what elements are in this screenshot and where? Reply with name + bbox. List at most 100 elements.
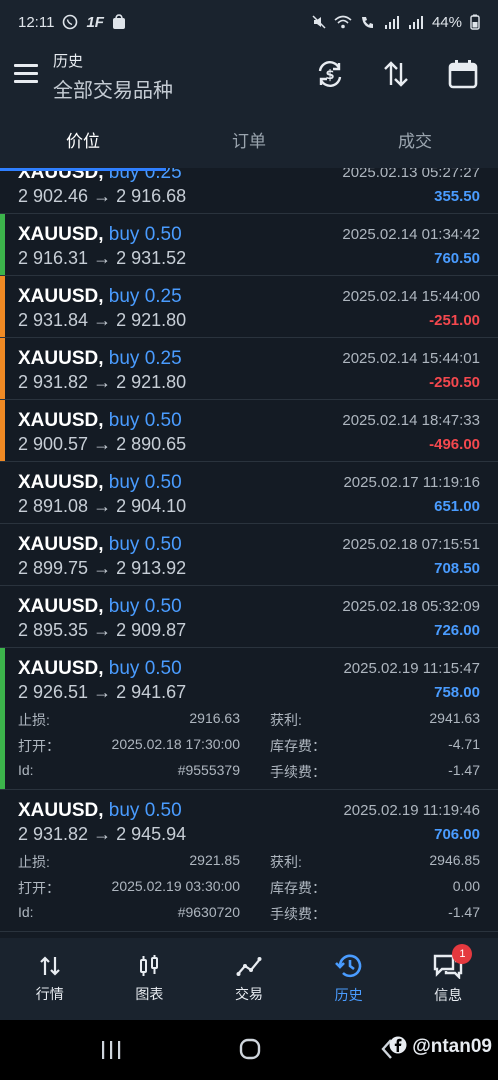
trade-symbol-name: XAUUSD, xyxy=(18,800,104,821)
recent-apps-button[interactable] xyxy=(100,1040,122,1065)
trade-direction: buy 0.50 xyxy=(108,800,182,821)
page-title: 历史 xyxy=(53,53,84,70)
trade-symbol-name: XAUUSD, xyxy=(18,658,104,679)
tab-deals[interactable]: 成交 xyxy=(332,110,498,168)
order-id-label: Id: xyxy=(18,762,34,778)
swap-value: 0.00 xyxy=(452,878,480,894)
trade-direction: buy 0.50 xyxy=(108,658,182,679)
commission-label: 手续费： xyxy=(270,906,326,922)
trade-prices: 2 891.08 → 2 904.10 xyxy=(18,496,187,516)
trade-prices: 2 931.82 → 2 945.94 xyxy=(18,824,187,844)
currency-switch-icon: $ xyxy=(318,61,342,87)
trade-history-list[interactable]: XAUUSD, buy 0.25 2 902.46 → 2 916.68 2025.… xyxy=(0,168,498,938)
swap-value: -4.71 xyxy=(448,736,480,752)
calendar-button[interactable] xyxy=(443,54,483,94)
trade-symbol: XAUUSD, buy 0.25 xyxy=(18,286,182,308)
trade-profit: -496.00 xyxy=(429,436,480,453)
nav-messages[interactable]: 信息 1 xyxy=(398,938,498,1020)
trade-details: 止损: 2921.85 获利: 2946.85 打开： 2025.02.19 03:30… xyxy=(18,852,480,930)
trade-profit: 758.00 xyxy=(434,684,480,701)
tab-indicator xyxy=(0,168,166,171)
signal-icon-1 xyxy=(384,16,399,29)
trade-prices: 2 899.75 → 2 913.92 xyxy=(18,558,187,578)
trade-symbol: XAUUSD, buy 0.50 xyxy=(18,596,182,618)
trade-symbol-name: XAUUSD, xyxy=(18,472,104,493)
stop-loss-label: 止损: xyxy=(18,854,50,870)
trade-date: 2025.02.14 15:44:00 xyxy=(342,288,480,305)
trade-date: 2025.02.14 15:44:01 xyxy=(342,350,480,367)
trade-row[interactable]: XAUUSD, buy 0.50 2 899.75 → 2 913.92 2025.… xyxy=(0,524,498,586)
quotes-icon xyxy=(40,956,60,976)
trade-row[interactable]: XAUUSD, buy 0.25 2 931.84 → 2 921.80 2025.… xyxy=(0,276,498,338)
trade-symbol-name: XAUUSD, xyxy=(18,596,104,617)
order-id-value: #9555379 xyxy=(177,762,240,778)
trade-direction: buy 0.50 xyxy=(108,410,182,431)
trade-row[interactable]: XAUUSD, buy 0.50 2 900.57 → 2 890.65 2025.… xyxy=(0,400,498,462)
watermark-text: @ntan09 xyxy=(412,1036,492,1057)
trade-row[interactable]: XAUUSD, buy 0.25 2 902.46 → 2 916.68 2025.… xyxy=(0,168,498,214)
trade-row[interactable]: XAUUSD, buy 0.50 2 916.31 → 2 931.52 2025.… xyxy=(0,214,498,276)
trade-date: 2025.02.19 11:15:47 xyxy=(343,660,480,677)
swap-label: 库存费： xyxy=(270,880,326,896)
system-nav-bar: @ntan09 xyxy=(0,1020,498,1080)
nav-trade[interactable]: 交易 xyxy=(199,938,299,1020)
facebook-icon xyxy=(389,1036,407,1054)
status-bar-marker xyxy=(0,214,5,275)
trade-prices: 2 926.51 → 2 941.67 xyxy=(18,682,187,702)
trade-row[interactable]: XAUUSD, buy 0.50 2 931.82 → 2 945.94 2025.… xyxy=(0,790,498,932)
bottom-nav: 行情 图表 交易 历史 信息 1 xyxy=(0,938,498,1020)
tab-positions[interactable]: 价位 xyxy=(0,110,166,168)
commission-label: 手续费： xyxy=(270,764,326,780)
recent-apps-icon xyxy=(102,1041,121,1059)
trade-direction: buy 0.25 xyxy=(108,286,182,307)
nav-chart[interactable]: 图表 xyxy=(100,938,200,1020)
trade-symbol: XAUUSD, buy 0.50 xyxy=(18,410,182,432)
trade-symbol: XAUUSD, buy 0.50 xyxy=(18,224,182,246)
trade-date: 2025.02.18 07:15:51 xyxy=(342,536,480,553)
open-time-label: 打开： xyxy=(18,738,60,754)
status-bar: 12:11 1F 44% xyxy=(0,0,498,44)
symbol-filter[interactable]: 全部交易品种 xyxy=(53,74,173,103)
calendar-icon xyxy=(448,60,478,89)
nav-trade-label: 交易 xyxy=(234,986,263,1002)
status-bar-marker xyxy=(0,648,5,789)
history-tabs: 价位 订单 成交 xyxy=(0,110,498,168)
trade-row[interactable]: XAUUSD, buy 0.50 2 891.08 → 2 904.10 2025.… xyxy=(0,462,498,524)
trade-prices: 2 902.46 → 2 916.68 xyxy=(18,186,187,206)
nav-quotes[interactable]: 行情 xyxy=(0,938,100,1020)
watermark: @ntan09 xyxy=(389,1036,492,1058)
svg-text:$: $ xyxy=(325,68,334,83)
open-time-label: 打开： xyxy=(18,880,60,896)
trade-prices: 2 931.84 → 2 921.80 xyxy=(18,310,187,330)
trade-row[interactable]: XAUUSD, buy 0.50 2 895.35 → 2 909.87 2025.… xyxy=(0,586,498,648)
currency-switch-button[interactable]: $ xyxy=(310,54,350,94)
take-profit-value: 2941.63 xyxy=(429,710,480,726)
trade-direction: buy 0.25 xyxy=(108,348,182,369)
signal-icon-2 xyxy=(408,16,423,29)
notification-badge: 1 xyxy=(452,944,473,964)
tab-orders[interactable]: 订单 xyxy=(166,110,332,168)
trade-date: 2025.02.17 11:19:16 xyxy=(343,474,480,491)
nav-quotes-label: 行情 xyxy=(35,986,64,1002)
take-profit-label: 获利: xyxy=(270,854,302,870)
trade-row[interactable]: XAUUSD, buy 0.25 2 931.82 → 2 921.80 2025.… xyxy=(0,338,498,400)
sort-button[interactable] xyxy=(376,54,416,94)
swap-label: 库存费： xyxy=(270,738,326,754)
trade-symbol: XAUUSD, buy 0.25 xyxy=(18,348,182,370)
menu-icon[interactable] xyxy=(14,64,38,84)
home-button[interactable] xyxy=(238,1037,262,1066)
trade-row[interactable]: XAUUSD, buy 0.50 2 926.51 → 2 941.67 2025.… xyxy=(0,648,498,790)
chart-icon xyxy=(140,955,159,976)
open-time-value: 2025.02.19 03:30:00 xyxy=(111,878,240,894)
trade-profit: 708.50 xyxy=(434,560,480,577)
nav-messages-label: 信息 xyxy=(434,987,463,1003)
trade-profit: 651.00 xyxy=(434,498,480,515)
order-id-label: Id: xyxy=(18,904,34,920)
trade-prices: 2 931.82 → 2 921.80 xyxy=(18,372,187,392)
trade-direction: buy 0.50 xyxy=(108,224,182,245)
nav-chart-label: 图表 xyxy=(135,986,164,1002)
trade-symbol-name: XAUUSD, xyxy=(18,410,104,431)
nav-history[interactable]: 历史 xyxy=(299,938,399,1020)
app-header: 历史 全部交易品种 $ xyxy=(0,44,498,110)
take-profit-label: 获利: xyxy=(270,712,302,728)
